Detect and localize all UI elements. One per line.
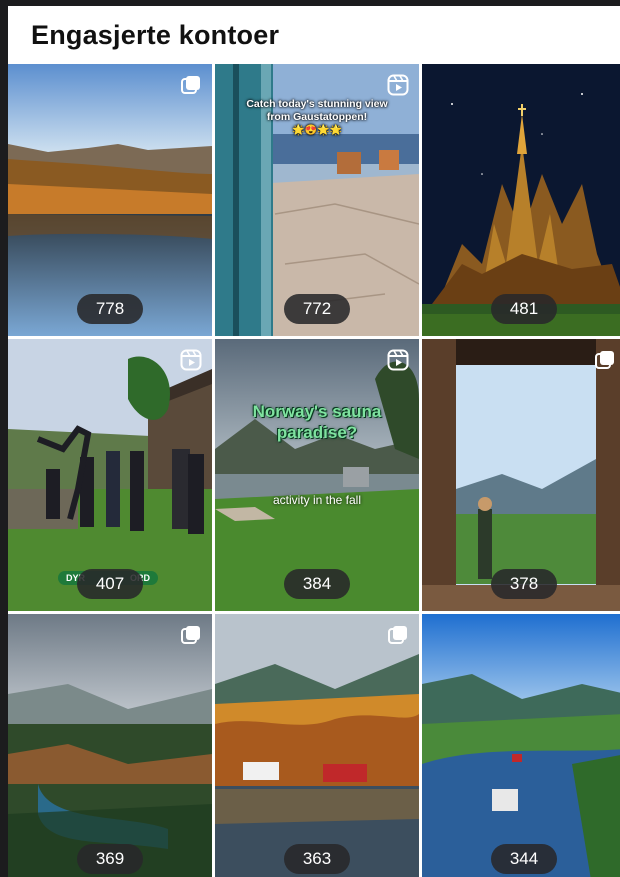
post-tile-9[interactable]: 344 (422, 614, 620, 877)
engagement-count: 363 (284, 844, 350, 874)
engagement-count: 778 (77, 294, 143, 324)
engagement-count: 378 (491, 569, 557, 599)
post-image-autumn-lakeside (215, 614, 419, 877)
post-tile-6[interactable]: 378 (422, 339, 620, 611)
post-tile-2[interactable]: Catch today's stunning view from Gaustat… (215, 64, 419, 336)
caption-text: Catch today's stunning view from Gaustat… (246, 98, 388, 123)
post-caption: Catch today's stunning view from Gaustat… (215, 98, 419, 137)
caption-line-1: Norway's sauna (252, 402, 382, 421)
engagement-count: 772 (284, 294, 350, 324)
page-title: Engasjerte kontoer (31, 19, 280, 50)
reel-icon (180, 349, 202, 371)
post-tile-8[interactable]: 363 (215, 614, 419, 877)
post-image-river-valley (8, 614, 212, 877)
post-caption: Norway's sauna paradise? (215, 401, 419, 443)
reel-icon (387, 74, 409, 96)
carousel-icon (181, 76, 200, 94)
post-tile-7[interactable]: 369 (8, 614, 212, 877)
engagement-count: 407 (77, 569, 143, 599)
engagement-count: 369 (77, 844, 143, 874)
post-tile-3[interactable]: 481 (422, 64, 620, 336)
engagement-count: 344 (491, 844, 557, 874)
caption-line-2: paradise? (276, 423, 358, 442)
carousel-icon (388, 626, 407, 644)
engaged-accounts-panel: Engasjerte kontoer 778 Catch today's stu… (8, 6, 620, 877)
post-image-river-boat (422, 614, 620, 877)
post-subcaption: activity in the fall (272, 493, 362, 507)
post-tile-5[interactable]: Norway's sauna paradise? activity in the… (215, 339, 419, 611)
carousel-icon (595, 351, 614, 369)
caption-emoji: 🌟😍🌟🌟 (292, 125, 342, 136)
post-tile-4[interactable]: DYR ORD 407 (8, 339, 212, 611)
reel-icon (387, 349, 409, 371)
engagement-count: 481 (491, 294, 557, 324)
carousel-icon (181, 626, 200, 644)
header: Engasjerte kontoer (8, 6, 620, 64)
posts-grid: 778 Catch today's stunning view from Gau… (8, 64, 620, 877)
post-tile-1[interactable]: 778 (8, 64, 212, 336)
engagement-count: 384 (284, 569, 350, 599)
